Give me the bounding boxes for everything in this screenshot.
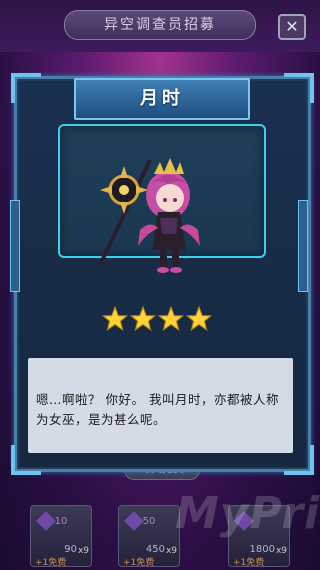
free-bonus-label: +1免费 <box>35 558 67 568</box>
star-icon <box>102 306 128 332</box>
left-bracket <box>10 200 20 292</box>
price-label: 1800 <box>249 544 275 555</box>
right-bracket <box>298 200 308 292</box>
close-icon[interactable]: ✕ <box>278 14 306 40</box>
multiplier-label: x9 <box>275 546 287 556</box>
watermark: MyPrice <box>175 488 320 539</box>
multiplier-label: x9 <box>165 546 177 556</box>
character-name-banner: 月时 <box>74 78 250 120</box>
price-label: 450 <box>145 544 165 555</box>
frame-corner <box>11 73 41 103</box>
cost-label: 10 <box>54 516 68 527</box>
multiplier-label: x9 <box>77 546 89 556</box>
free-bonus-label: +1免费 <box>123 558 155 568</box>
frame-corner <box>284 73 314 103</box>
character-dialog-text: 嗯…啊啦？ 你好。 我叫月时，亦都被人称为女巫，是为甚么呢。 <box>36 392 279 427</box>
character-portrait <box>98 158 200 273</box>
free-bonus-label: +1免费 <box>233 558 265 568</box>
price-label: 90 <box>64 544 77 555</box>
recruit-option-1[interactable]: 10 90 x9 +1免费 <box>30 505 92 568</box>
cost-label: 50 <box>142 516 156 527</box>
star-icon <box>130 306 156 332</box>
star-icon <box>186 306 212 332</box>
recruit-option-2[interactable]: 50 450 x9 +1免费 <box>118 505 180 568</box>
recruit-title: 异空调查员招募 <box>64 10 256 40</box>
star-icon <box>158 306 184 332</box>
